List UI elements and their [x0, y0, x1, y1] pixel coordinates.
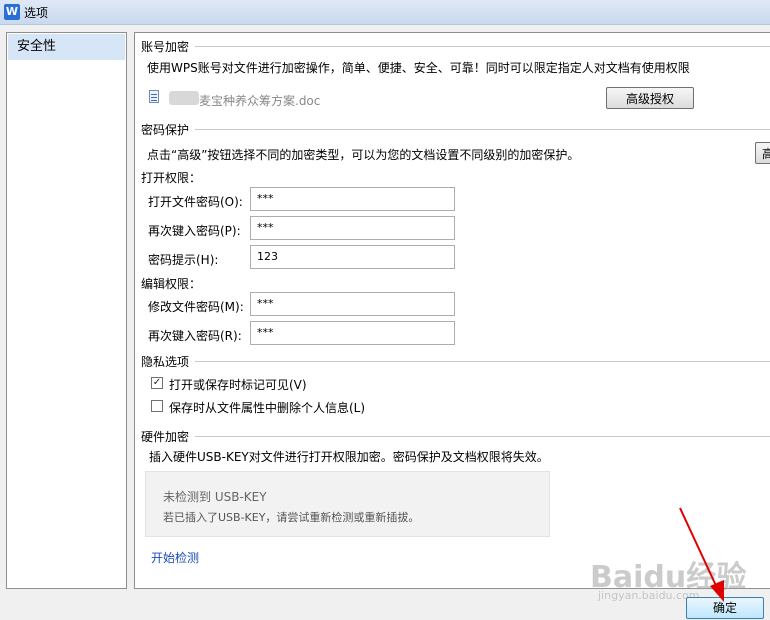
reenter-password-label: 再次键入密码(P):: [148, 224, 241, 238]
sidebar: 安全性: [6, 32, 127, 589]
mark-visible-checkbox[interactable]: ✓: [151, 377, 163, 389]
security-panel: 账号加密 使用WPS账号对文件进行加密操作，简单、便捷、安全、可靠！同时可以限定…: [134, 32, 770, 589]
modify-password-field[interactable]: ***: [250, 292, 455, 316]
privacy-title: 隐私选项: [141, 355, 190, 369]
hardware-encrypt-desc: 插入硬件USB-KEY对文件进行打开权限加密。密码保护及文档权限将失效。: [149, 450, 549, 464]
divider: [195, 361, 770, 362]
password-protect-title: 密码保护: [141, 123, 190, 137]
divider: [195, 129, 770, 130]
remove-personal-info-label: 保存时从文件属性中删除个人信息(L): [169, 401, 366, 415]
divider: [195, 46, 770, 47]
remove-personal-info-checkbox[interactable]: [151, 400, 163, 412]
divider: [195, 436, 770, 437]
title-bar: W 选项: [0, 0, 770, 25]
window-title: 选项: [24, 6, 49, 20]
password-hint-field[interactable]: 123: [250, 245, 455, 269]
password-protect-desc: 点击“高级”按钮选择不同的加密类型，可以为您的文档设置不同级别的加密保护。: [147, 148, 580, 162]
reenter-password-field[interactable]: ***: [250, 216, 455, 240]
usb-status-text: 未检测到 USB-KEY: [163, 490, 267, 504]
account-encrypt-desc: 使用WPS账号对文件进行加密操作，简单、便捷、安全、可靠！同时可以限定指定人对文…: [147, 61, 690, 75]
blurred-text: [169, 91, 199, 105]
mark-visible-label: 打开或保存时标记可见(V): [169, 378, 307, 392]
account-encrypt-title: 账号加密: [141, 40, 190, 54]
advanced-button[interactable]: 高: [755, 142, 770, 164]
usb-key-status-box: 未检测到 USB-KEY 若已插入了USB-KEY，请尝试重新检测或重新插拔。: [145, 471, 550, 537]
reenter-modify-password-label: 再次键入密码(R):: [148, 329, 242, 343]
open-password-field[interactable]: ***: [250, 187, 455, 211]
wps-writer-icon: W: [4, 4, 20, 20]
start-detect-link[interactable]: 开始检测: [151, 549, 199, 566]
password-hint-label: 密码提示(H):: [148, 253, 219, 267]
reenter-modify-password-field[interactable]: ***: [250, 321, 455, 345]
usb-status-hint: 若已插入了USB-KEY，请尝试重新检测或重新插拔。: [163, 511, 420, 524]
open-permission-label: 打开权限：: [141, 171, 202, 185]
doc-file-icon: [149, 90, 159, 103]
sidebar-item-security[interactable]: 安全性: [8, 34, 125, 60]
ok-button[interactable]: 确定: [686, 597, 764, 619]
advanced-auth-button[interactable]: 高级授权: [606, 87, 694, 109]
file-name: 麦宝种养众筹方案.doc: [199, 94, 321, 108]
open-password-label: 打开文件密码(O):: [148, 195, 243, 209]
edit-permission-label: 编辑权限：: [141, 277, 202, 291]
modify-password-label: 修改文件密码(M):: [148, 300, 244, 314]
hardware-encrypt-title: 硬件加密: [141, 430, 190, 444]
watermark-url: jingyan.baidu.com: [598, 589, 700, 602]
